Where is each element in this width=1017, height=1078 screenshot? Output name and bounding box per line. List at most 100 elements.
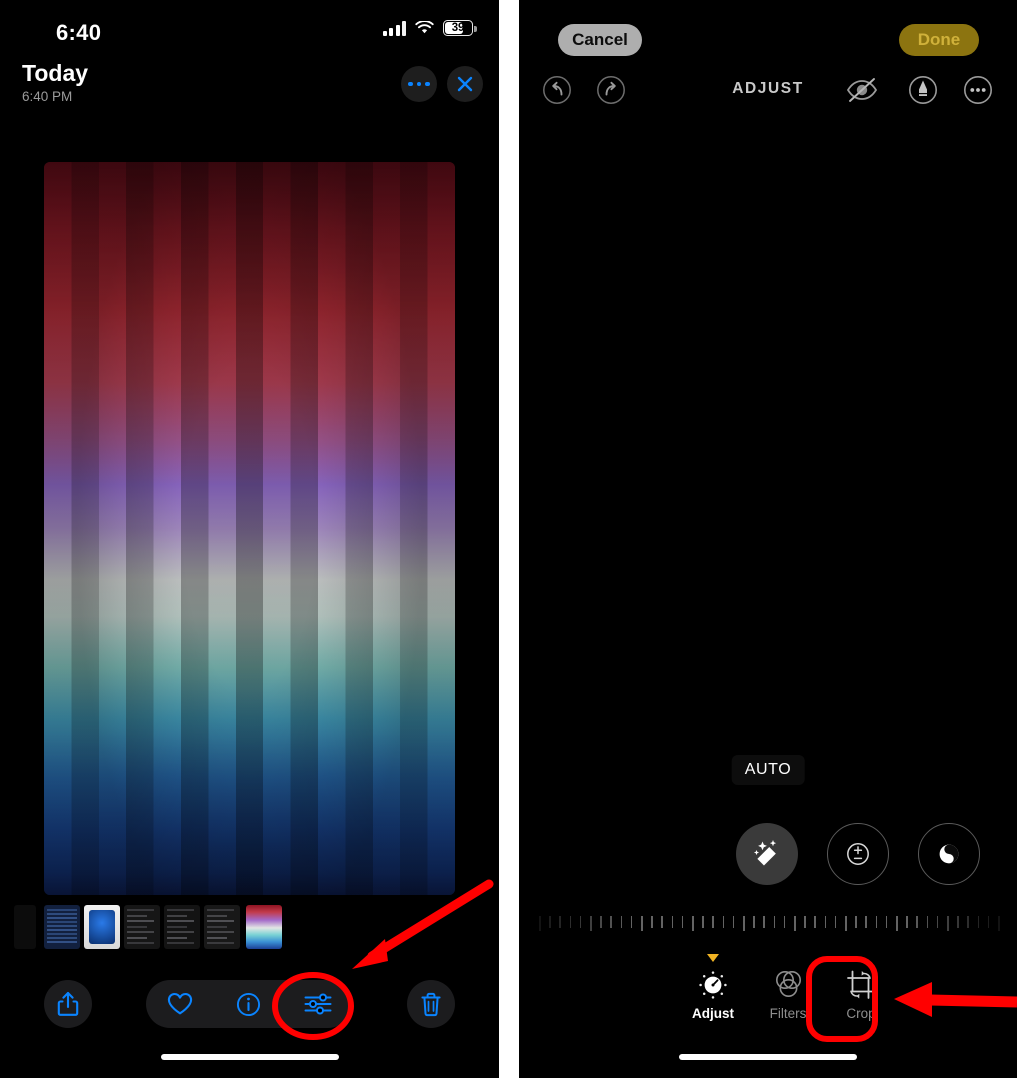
ruler-tick (926, 916, 929, 928)
tab-adjust-label: Adjust (692, 1006, 734, 1021)
battery-percent: 39 (451, 22, 465, 34)
ruler-tick (641, 916, 643, 931)
ruler-tick (590, 916, 592, 931)
close-button[interactable] (447, 66, 483, 102)
ruler-tick (722, 916, 725, 928)
more-options-button[interactable] (401, 66, 437, 102)
ruler-tick (967, 916, 969, 928)
cancel-button[interactable]: Cancel (558, 24, 642, 56)
more-dots-icon (408, 81, 430, 87)
left-phone-panel: 6:40 39 Today 6:40 PM (0, 0, 499, 1078)
ruler-tick (732, 916, 735, 928)
ruler-tick (610, 916, 612, 928)
ruler-tick (549, 916, 551, 928)
sliders-adjust-icon (304, 993, 332, 1015)
editor-toolbar: ADJUST (519, 72, 1017, 112)
tab-adjust[interactable]: Adjust (674, 954, 752, 1021)
filmstrip-thumb[interactable] (124, 905, 160, 949)
ruler-tick (906, 916, 908, 928)
tab-crop[interactable]: Crop (822, 965, 900, 1021)
home-indicator[interactable] (679, 1054, 857, 1060)
ruler-tick (896, 916, 898, 931)
ruler-tick (783, 916, 786, 928)
main-photo[interactable] (44, 162, 455, 895)
editor-tabs: Adjust Filters Crop (519, 954, 1017, 1035)
ruler-tick (630, 916, 633, 928)
markup-pen-icon (909, 76, 937, 104)
ruler-tick (824, 916, 827, 928)
left-header: Today 6:40 PM (0, 58, 499, 114)
tab-filters[interactable]: Filters (749, 965, 827, 1021)
crop-rotate-icon (822, 965, 900, 1005)
ruler-tick (753, 916, 755, 928)
page-subtitle: 6:40 PM (22, 89, 73, 104)
ruler-tick (712, 916, 714, 928)
filmstrip-thumb[interactable] (164, 905, 200, 949)
brilliance-button[interactable] (918, 823, 980, 885)
auto-enhance-button[interactable] (736, 823, 798, 885)
status-bar-indicators: 39 (382, 20, 477, 36)
ruler-tick (845, 916, 847, 931)
ruler-tick (977, 916, 980, 928)
ruler-tick (855, 916, 857, 928)
ruler-tick (743, 916, 745, 931)
exposure-plus-minus-icon (847, 843, 869, 865)
ruler-tick (600, 916, 602, 928)
ruler-tick (875, 916, 878, 928)
adjust-button[interactable] (292, 980, 344, 1028)
more-dots-circle-icon (964, 76, 992, 104)
filmstrip-thumb[interactable] (44, 905, 80, 949)
ruler-tick (620, 916, 623, 928)
filmstrip-thumb[interactable] (204, 905, 240, 949)
done-button[interactable]: Done (899, 24, 979, 56)
photo-actions-pill (146, 980, 352, 1028)
ruler-tick (681, 916, 684, 928)
magic-wand-icon (753, 840, 777, 866)
share-button[interactable] (44, 980, 92, 1028)
ruler-tick (936, 916, 939, 928)
cellular-signal-icon (382, 20, 406, 36)
ruler-tick (794, 916, 796, 931)
info-button[interactable] (223, 980, 275, 1028)
markup-button[interactable] (905, 72, 941, 108)
status-bar-time: 6:40 (56, 20, 102, 45)
more-options-button[interactable] (960, 72, 996, 108)
close-x-icon (457, 76, 473, 92)
status-bar: 6:40 39 (0, 0, 499, 56)
screenshot-root: 6:40 39 Today 6:40 PM Cancel Done ADJUST… (0, 0, 1017, 1078)
right-phone-panel: Cancel Done ADJUST AUTO Adjust Filters C… (519, 0, 1017, 1078)
ruler-tick (998, 916, 1000, 931)
ruler-tick (957, 916, 959, 928)
ruler-tick (569, 916, 572, 928)
left-bottom-toolbar (0, 980, 499, 1034)
ruler-tick (651, 916, 653, 928)
delete-button[interactable] (407, 980, 455, 1028)
share-icon (57, 991, 79, 1016)
eye-slash-icon (846, 78, 878, 102)
ruler-tick (834, 916, 837, 928)
hide-edits-button[interactable] (844, 72, 880, 108)
exposure-button[interactable] (827, 823, 889, 885)
photo-filmstrip[interactable] (0, 905, 499, 951)
tab-filters-label: Filters (769, 1006, 807, 1021)
home-indicator[interactable] (160, 1054, 339, 1060)
filmstrip-thumb[interactable] (14, 905, 36, 949)
info-circle-icon (237, 992, 261, 1016)
intensity-ruler-slider[interactable] (519, 912, 1017, 938)
filmstrip-thumb[interactable] (84, 905, 120, 949)
battery-icon: 39 (443, 20, 477, 36)
tab-crop-label: Crop (846, 1006, 876, 1021)
filters-circles-icon (749, 965, 827, 1005)
ruler-tick (539, 916, 541, 931)
brilliance-half-circle-icon (939, 844, 959, 864)
ruler-tick (804, 916, 806, 928)
favorite-button[interactable] (154, 980, 206, 1028)
heart-icon (168, 992, 193, 1015)
editor-mode-title: ADJUST (732, 80, 804, 97)
ruler-tick (773, 916, 776, 928)
auto-badge: AUTO (731, 755, 805, 785)
ruler-tick (671, 916, 674, 928)
filmstrip-thumb-selected[interactable] (246, 905, 282, 949)
active-tab-caret-icon (707, 954, 719, 962)
ruler-tick (692, 916, 694, 931)
